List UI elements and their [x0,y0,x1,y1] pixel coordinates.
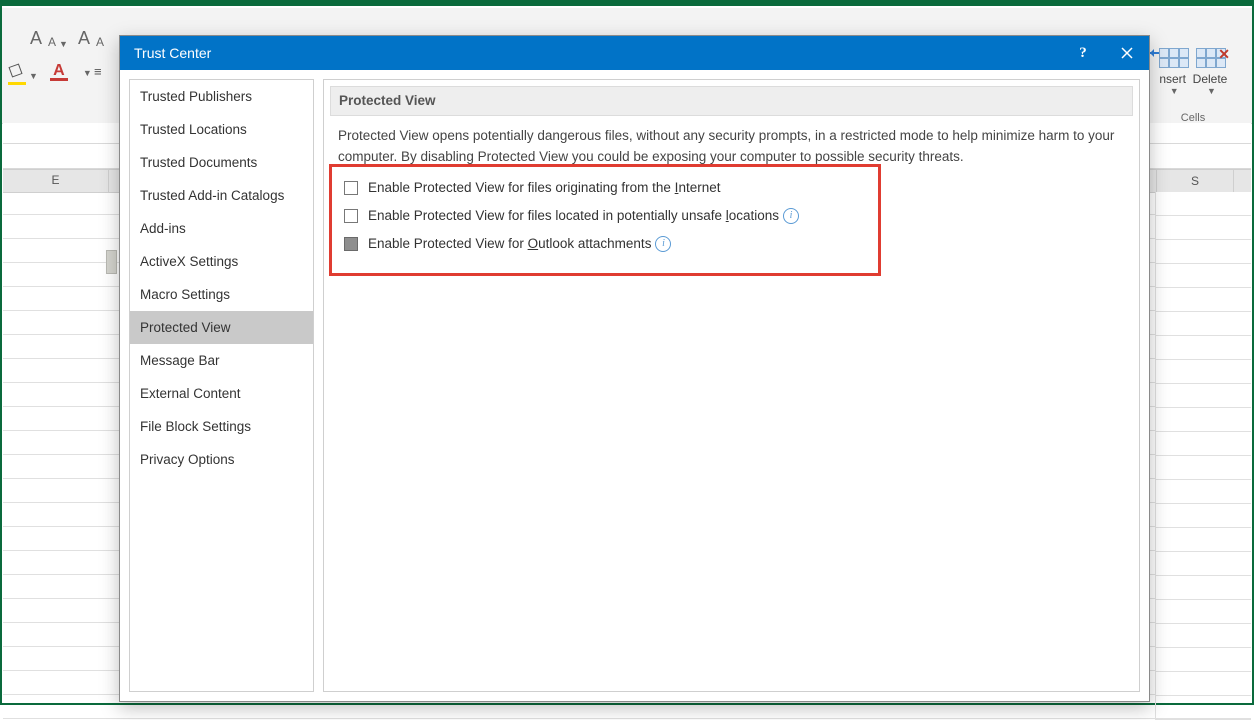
checkbox[interactable] [344,209,358,223]
trust-center-content: Protected View Protected View opens pote… [323,79,1140,692]
help-button[interactable]: ? [1061,36,1105,70]
delete-button[interactable]: ✕ Delete ▼ [1193,48,1228,96]
checkbox-label: Enable Protected View for files originat… [368,180,720,195]
section-header: Protected View [330,86,1133,116]
ribbon-cells-group: nsert ▼ ✕ Delete ▼ Cells [1138,8,1248,123]
checkbox[interactable] [344,181,358,195]
nav-item-trusted-locations[interactable]: Trusted Locations [130,113,313,146]
protected-view-option-0[interactable]: Enable Protected View for files originat… [344,174,1125,202]
nav-item-external-content[interactable]: External Content [130,377,313,410]
nav-item-trusted-documents[interactable]: Trusted Documents [130,146,313,179]
nav-item-activex-settings[interactable]: ActiveX Settings [130,245,313,278]
fill-color-button[interactable]: ▼ [8,65,38,81]
info-icon[interactable]: i [655,236,671,252]
nav-item-privacy-options[interactable]: Privacy Options [130,443,313,476]
protected-view-option-1[interactable]: Enable Protected View for files located … [344,202,1125,230]
checkbox[interactable] [344,237,358,251]
column-header-e[interactable]: E [3,170,109,192]
nav-item-macro-settings[interactable]: Macro Settings [130,278,313,311]
grid-right-strip[interactable] [1155,192,1251,702]
trust-center-dialog: Trust Center ? Trusted PublishersTrusted… [119,35,1150,702]
nav-item-protected-view[interactable]: Protected View [130,311,313,344]
protected-view-option-2[interactable]: Enable Protected View for Outlook attach… [344,230,1125,258]
font-color-button[interactable]: A [50,64,68,81]
nav-item-trusted-add-in-catalogs[interactable]: Trusted Add-in Catalogs [130,179,313,212]
info-icon[interactable]: i [783,208,799,224]
insert-button[interactable]: nsert ▼ [1159,48,1187,96]
dialog-title: Trust Center [134,45,211,61]
trust-center-nav: Trusted PublishersTrusted LocationsTrust… [129,79,314,692]
row-header-selection[interactable] [106,250,117,274]
nav-item-trusted-publishers[interactable]: Trusted Publishers [130,80,313,113]
nav-item-add-ins[interactable]: Add-ins [130,212,313,245]
close-button[interactable] [1105,36,1149,70]
dialog-titlebar[interactable]: Trust Center ? [120,36,1149,70]
close-icon [1121,47,1133,59]
nav-item-file-block-settings[interactable]: File Block Settings [130,410,313,443]
checkbox-label: Enable Protected View for files located … [368,208,779,223]
column-header-s[interactable]: S [1156,169,1234,193]
section-description: Protected View opens potentially dangero… [324,116,1139,168]
nav-item-message-bar[interactable]: Message Bar [130,344,313,377]
align-left-button[interactable]: ≡ [94,64,102,79]
font-size-buttons[interactable]: AA▼ AA [30,28,104,50]
checkbox-label: Enable Protected View for Outlook attach… [368,236,651,251]
